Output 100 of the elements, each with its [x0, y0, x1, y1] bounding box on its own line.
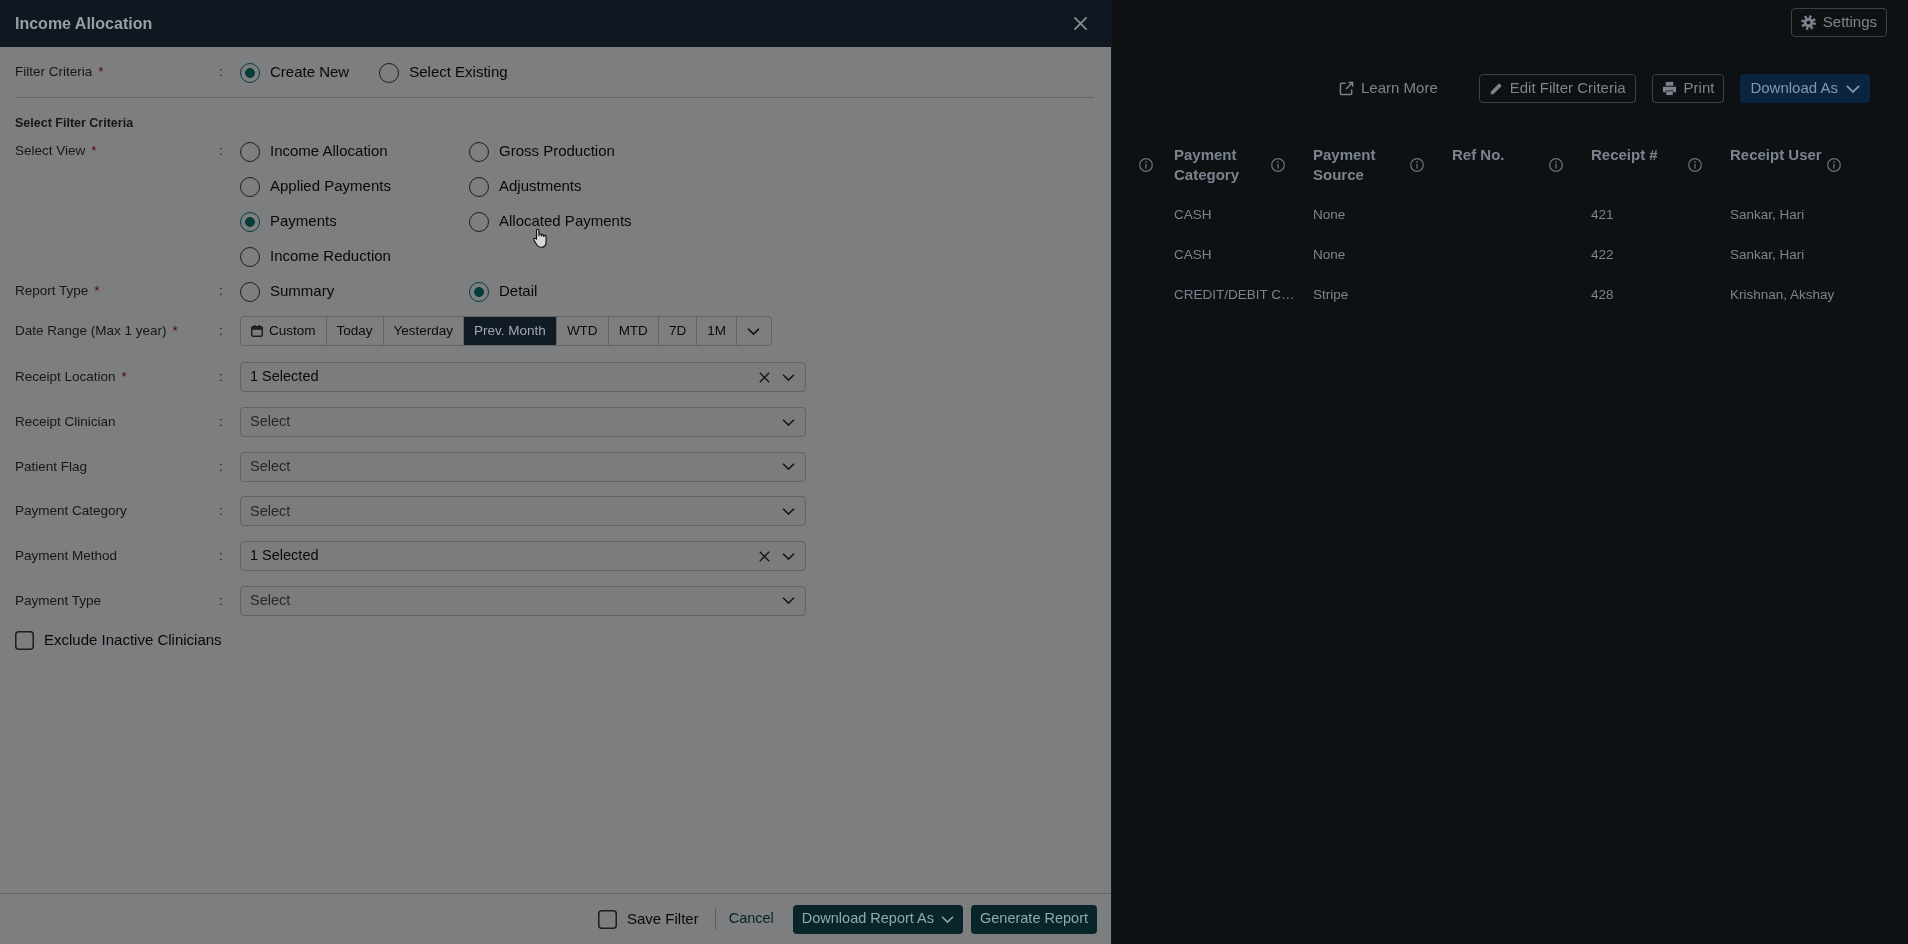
select-field[interactable]: 1 Selected: [240, 362, 806, 393]
table-cell-text: 421: [1591, 205, 1614, 224]
settings-button[interactable]: Settings: [1790, 8, 1887, 37]
info-icon: [1271, 158, 1285, 172]
required-mark: *: [98, 63, 104, 82]
cancel-link[interactable]: Cancel: [728, 908, 774, 930]
table-cell-text: Stripe: [1313, 285, 1349, 304]
download-as-button[interactable]: Download As: [1740, 74, 1870, 103]
chevron-down-icon: [782, 373, 795, 381]
calendar-icon: [251, 325, 263, 337]
colon-separator: :: [219, 412, 224, 431]
radio-option[interactable]: Payments: [240, 204, 469, 239]
field-label: Date Range (Max 1 year): [15, 321, 167, 340]
select-field[interactable]: Select: [240, 585, 806, 616]
date-range-button[interactable]: 1M: [697, 317, 737, 345]
radio-option[interactable]: Select Existing: [379, 55, 508, 90]
table-cell-text: 422: [1591, 245, 1614, 264]
date-range-button[interactable]: 7D: [658, 317, 698, 345]
radio-option[interactable]: Allocated Payments: [469, 204, 698, 239]
field-label: Receipt Location: [15, 368, 116, 387]
column-header: Receipt User: [1730, 145, 1823, 165]
dialog-title: Income Allocation: [15, 13, 153, 34]
date-range-button[interactable]: Prev. Month: [464, 317, 557, 345]
required-mark: *: [121, 368, 127, 387]
table-cell-text: None: [1313, 245, 1346, 264]
printer-icon: [1661, 81, 1677, 96]
download-report-button[interactable]: Download Report As: [792, 904, 963, 934]
required-mark: *: [94, 282, 100, 301]
select-field[interactable]: Select: [240, 451, 806, 482]
column-header: Payment Source: [1313, 145, 1377, 185]
colon-separator: :: [219, 546, 224, 565]
clear-icon: [759, 550, 770, 562]
radio-option[interactable]: Income Allocation: [240, 134, 469, 169]
date-range-button[interactable]: MTD: [608, 317, 659, 345]
edit-filter-button[interactable]: Edit Filter Criteria: [1478, 74, 1636, 103]
required-mark: *: [91, 142, 97, 161]
radio-option[interactable]: Adjustments: [469, 169, 698, 204]
save-filter-checkbox[interactable]: Save Filter: [597, 907, 699, 931]
hand-cursor-icon: [532, 228, 549, 249]
table-cell-text: Sankar, Hari: [1730, 205, 1805, 224]
table-cell-text: Sankar, Hari: [1730, 245, 1805, 264]
radio-option[interactable]: Gross Production: [469, 134, 698, 169]
colon-separator: :: [219, 321, 224, 340]
radio-option[interactable]: Create New: [240, 55, 350, 90]
table-cell-text: CREDIT/DEBIT C…: [1174, 285, 1295, 304]
checkbox-option[interactable]: Exclude Inactive Clinicians: [15, 628, 222, 652]
field-label: Select View: [15, 142, 86, 161]
column-header: Payment Category: [1174, 145, 1241, 185]
table-cell-text: 428: [1591, 285, 1614, 304]
info-icon: [1827, 158, 1841, 172]
field-label: Payment Method: [15, 546, 118, 565]
table-cell-text: CASH: [1174, 205, 1212, 224]
learn-more-link[interactable]: Learn More: [1339, 77, 1438, 100]
field-label: Filter Criteria: [15, 63, 93, 82]
select-field[interactable]: Select: [240, 496, 806, 527]
radio-option[interactable]: Income Reduction: [240, 239, 469, 274]
field-label: Payment Category: [15, 502, 127, 521]
info-icon: [1688, 158, 1702, 172]
column-header: Ref No.: [1452, 145, 1506, 165]
table-cell-text: CASH: [1174, 245, 1212, 264]
chevron-down-icon: [1846, 84, 1860, 93]
chevron-down-icon: [782, 463, 795, 471]
radio-option[interactable]: Applied Payments: [240, 169, 469, 204]
field-label: Payment Type: [15, 591, 102, 610]
pencil-icon: [1488, 81, 1503, 96]
radio-option[interactable]: Summary: [240, 274, 469, 309]
colon-separator: :: [219, 282, 224, 301]
chevron-down-icon: [941, 915, 954, 923]
chevron-down-icon: [782, 507, 795, 515]
select-field[interactable]: Select: [240, 407, 806, 438]
colon-separator: :: [219, 368, 224, 387]
settings-icon: [1800, 15, 1816, 30]
colon-separator: :: [219, 63, 224, 82]
table-cell-text: Krishnan, Akshay: [1730, 285, 1835, 304]
select-field[interactable]: 1 Selected: [240, 541, 806, 572]
required-mark: *: [172, 321, 178, 340]
generate-report-button[interactable]: Generate Report: [971, 904, 1097, 934]
section-heading: Select Filter Criteria: [15, 115, 135, 132]
close-icon: [1074, 17, 1087, 30]
chevron-down-icon: [782, 597, 795, 605]
chevron-down-icon: [747, 327, 761, 335]
external-link-icon: [1339, 81, 1354, 96]
field-label: Report Type: [15, 282, 89, 301]
colon-separator: :: [219, 457, 224, 476]
info-icon: [1139, 158, 1153, 172]
table-cell-text: None: [1313, 205, 1346, 224]
chevron-down-icon: [782, 418, 795, 426]
field-label: Receipt Clinician: [15, 412, 116, 431]
colon-separator: :: [219, 591, 224, 610]
date-range-button[interactable]: Today: [326, 317, 384, 345]
chevron-down-icon: [782, 552, 795, 560]
colon-separator: :: [219, 142, 224, 161]
radio-option[interactable]: Detail: [469, 274, 698, 309]
colon-separator: :: [219, 502, 224, 521]
custom-range-button[interactable]: Custom: [241, 317, 327, 345]
date-range-button[interactable]: WTD: [556, 317, 609, 345]
print-button[interactable]: Print: [1651, 74, 1725, 103]
clear-icon: [759, 371, 770, 383]
info-icon: [1410, 158, 1424, 172]
info-icon: [1549, 158, 1563, 172]
